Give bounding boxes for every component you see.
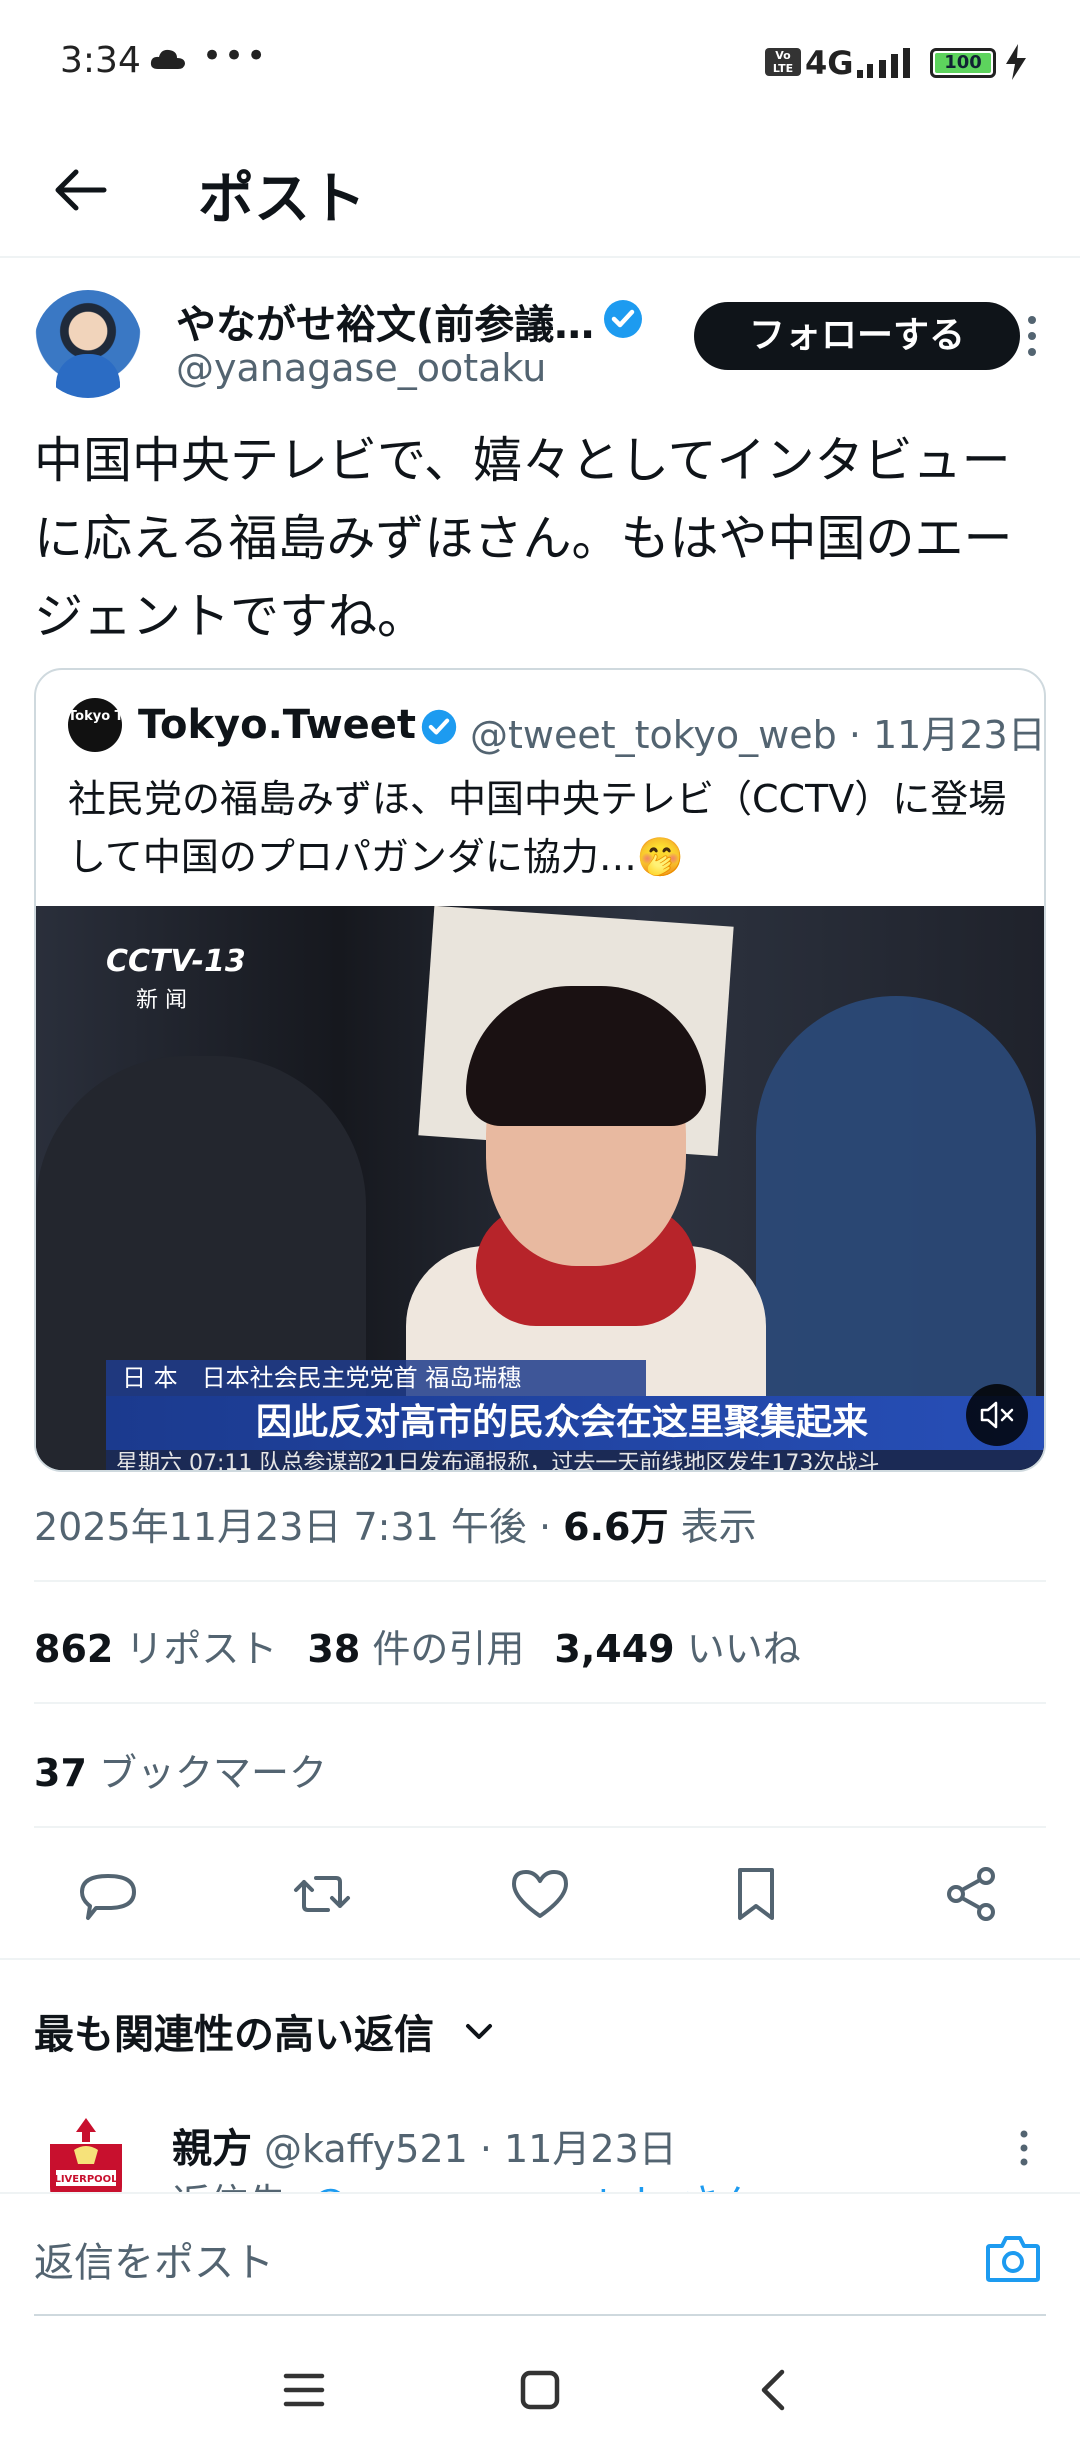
divider	[34, 1580, 1046, 1582]
follow-button[interactable]: フォローする	[694, 302, 1020, 370]
bookmarks-label: ブックマーク	[86, 1751, 327, 1795]
quoted-tweet-text: 社民党の福島みずほ、中国中央テレビ（CCTV）に登場して中国のプロパガンダに協力…	[68, 777, 1007, 879]
views-label: 表示	[668, 1505, 757, 1549]
status-bar: 3:34 ••• Vo LTE 4G 100	[0, 0, 1080, 130]
charging-icon	[1006, 44, 1026, 80]
engagement-stats: 862 リポスト 38 件の引用 3,449 いいね	[34, 1618, 801, 1673]
reply-author-name[interactable]: 親方	[172, 2116, 252, 2174]
quoted-author-avatar: Tokyo Tweet	[68, 698, 158, 752]
back-arrow-icon[interactable]	[50, 160, 110, 220]
mute-icon[interactable]	[966, 1384, 1028, 1446]
tweet-author: やながせ裕文(前参議… @yanagase_ootaku フォローする	[34, 288, 1046, 408]
more-options-icon[interactable]	[1010, 2126, 1038, 2170]
volte-icon: Vo LTE	[765, 48, 801, 76]
battery-icon: 100	[930, 48, 996, 78]
cctv-logo: CCTV-13	[106, 944, 246, 979]
tweet-timestamp: 2025年11月23日 7:31 午後 · 6.6万 表示	[34, 1496, 757, 1551]
system-nav-bar	[0, 2316, 1080, 2460]
reposts-label: リポスト	[113, 1627, 278, 1671]
top-header: ポスト	[0, 130, 1080, 258]
network-type: 4G	[805, 44, 854, 82]
battery-level: 100	[935, 53, 991, 73]
reply-author-handle-date: @kaffy521 · 11月23日	[264, 2127, 677, 2171]
likes-count: 3,449	[554, 1627, 675, 1671]
reply-to-prefix: 返信先:	[172, 2181, 311, 2192]
liverpool-crest-avatar[interactable]: LIVERPOOL	[44, 2114, 128, 2192]
svg-text:LIVERPOOL: LIVERPOOL	[54, 2174, 118, 2185]
likes-label: いいね	[674, 1627, 801, 1671]
timestamp-text: 2025年11月23日 7:31 午後 ·	[34, 1505, 564, 1549]
quotes-label: 件の引用	[360, 1627, 525, 1671]
verified-badge-icon	[421, 709, 457, 745]
repost-icon[interactable]	[290, 1862, 354, 1926]
divider	[34, 1702, 1046, 1704]
signal-icon	[857, 48, 910, 78]
video-caption-main: 因此反对高市的民众会在这里聚集起来	[106, 1396, 1044, 1450]
like-icon[interactable]	[508, 1862, 572, 1926]
reply-input[interactable]: 返信をポスト	[34, 2230, 274, 2288]
divider	[34, 1826, 1046, 1828]
cloud-icon	[150, 49, 185, 69]
divider	[0, 1958, 1080, 1960]
quoted-tweet-header: Tokyo Tweet Tokyo.Tweet @tweet_tokyo_web…	[68, 698, 1044, 757]
video-caption-top: 日 本 日本社会民主党党首 福岛瑞穗	[106, 1360, 646, 1396]
reply-to-handle[interactable]: @yanagase_ootakuさん	[311, 2181, 757, 2192]
reposts-stat[interactable]: 862 リポスト	[34, 1627, 277, 1671]
home-icon[interactable]	[510, 2360, 570, 2420]
views-count[interactable]: 6.6万	[563, 1505, 668, 1549]
quoted-video[interactable]: CCTV-13 新 闻 日 本 日本社会民主党党首 福岛瑞穗 因此反对高市的民众…	[36, 906, 1044, 1470]
verified-badge-icon	[604, 300, 642, 338]
quoted-tweet[interactable]: Tokyo Tweet Tokyo.Tweet @tweet_tokyo_web…	[34, 668, 1046, 1472]
menu-icon[interactable]	[274, 2360, 334, 2420]
reply-icon[interactable]	[76, 1862, 140, 1926]
video-ticker: 星期六 07:11 队总参谋部21日发布通报称，过去一天前线地区发生173次战斗	[106, 1450, 1044, 1470]
reply-composer: 返信をポスト	[0, 2192, 1080, 2316]
more-options-icon[interactable]	[1018, 312, 1046, 360]
tweet-text: 中国中央テレビで、嬉々としてインタビューに応える福島みずほさん。もはや中国のエー…	[34, 432, 1013, 645]
back-icon[interactable]	[744, 2360, 804, 2420]
camera-icon[interactable]	[984, 2232, 1042, 2284]
bookmarks-stat[interactable]: 37 ブックマーク	[34, 1742, 327, 1797]
reply-item[interactable]: LIVERPOOL 親方 @kaffy521 · 11月23日 返信先: @ya…	[0, 2100, 1080, 2192]
bookmarks-count: 37	[34, 1751, 87, 1795]
quotes-stat[interactable]: 38 件の引用	[307, 1627, 524, 1671]
page-title: ポスト	[198, 167, 366, 232]
cctv-logo-sub: 新 闻	[136, 988, 187, 1013]
author-handle[interactable]: @yanagase_ootaku	[176, 346, 546, 390]
author-avatar[interactable]	[34, 290, 142, 398]
status-time: 3:34	[60, 40, 141, 81]
quoted-author-name: Tokyo.Tweet	[138, 702, 417, 748]
reposts-count: 862	[34, 1627, 114, 1671]
quotes-count: 38	[307, 1627, 361, 1671]
author-name[interactable]: やながせ裕文(前参議…	[176, 292, 594, 350]
bookmark-icon[interactable]	[724, 1862, 788, 1926]
reply-sort-dropdown[interactable]: 最も関連性の高い返信	[34, 2002, 434, 2060]
tweet-actions	[0, 1852, 1080, 1936]
share-icon[interactable]	[940, 1862, 1004, 1926]
reply-to-line: 返信先: @yanagase_ootakuさん	[172, 2172, 757, 2192]
status-more-dots: •••	[202, 36, 269, 76]
quoted-author-handle-date: @tweet_tokyo_web · 11月23日	[470, 713, 1046, 757]
likes-stat[interactable]: 3,449 いいね	[554, 1627, 800, 1671]
chevron-down-icon[interactable]	[462, 2014, 496, 2048]
